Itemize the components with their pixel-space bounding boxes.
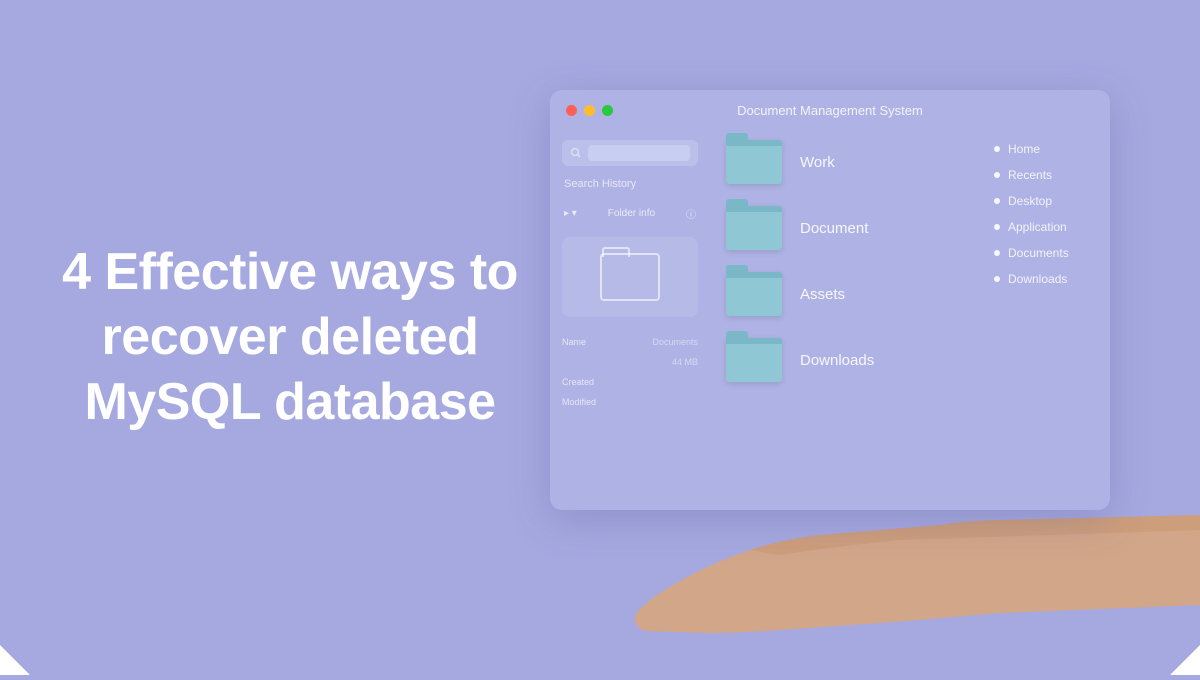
window-body: Search History ▸ ▾ Folder info ⓘ Name Do… (550, 130, 1110, 510)
title-section: 4 Effective ways to recover deleted MySQ… (0, 240, 540, 435)
folder-item-work[interactable]: Work (726, 140, 964, 184)
info-icon[interactable]: ⓘ (686, 206, 696, 221)
sidebar-left: Search History ▸ ▾ Folder info ⓘ Name Do… (550, 130, 710, 510)
search-input[interactable] (588, 145, 690, 161)
nav-label: Application (1008, 220, 1067, 234)
folder-label: Downloads (800, 352, 874, 369)
bullet-icon (994, 198, 1000, 204)
meta-name-row: Name Documents (562, 337, 698, 347)
folder-preview (562, 237, 698, 317)
bullet-icon (994, 172, 1000, 178)
bullet-icon (994, 250, 1000, 256)
meta-created-row: Created (562, 377, 698, 387)
folder-icon (726, 272, 782, 316)
meta-size-row: 44 MB (562, 357, 698, 367)
meta-size-value: 44 MB (672, 357, 698, 367)
nav-label: Downloads (1008, 272, 1067, 286)
folder-icon (726, 206, 782, 250)
nav-item-downloads[interactable]: Downloads (994, 272, 1096, 286)
meta-modified-row: Modified (562, 397, 698, 407)
bullet-icon (994, 276, 1000, 282)
folder-item-assets[interactable]: Assets (726, 272, 964, 316)
main-title: 4 Effective ways to recover deleted MySQ… (60, 240, 520, 435)
folder-item-downloads[interactable]: Downloads (726, 338, 964, 382)
bullet-icon (994, 146, 1000, 152)
folder-icon (726, 140, 782, 184)
main-content: Work Document Assets Downloads (710, 130, 980, 510)
bullet-icon (994, 224, 1000, 230)
corner-decoration-br (1170, 645, 1200, 675)
folder-info-header: ▸ ▾ Folder info ⓘ (562, 202, 698, 225)
search-bar[interactable] (562, 140, 698, 166)
folder-label: Document (800, 220, 868, 237)
minimize-icon[interactable] (584, 105, 595, 116)
traffic-lights (566, 105, 613, 116)
nav-label: Desktop (1008, 194, 1052, 208)
search-icon (570, 147, 582, 159)
nav-item-recents[interactable]: Recents (994, 168, 1096, 182)
corner-decoration-bl (0, 645, 30, 675)
window-title: Document Management System (737, 103, 923, 118)
nav-item-desktop[interactable]: Desktop (994, 194, 1096, 208)
folder-item-document[interactable]: Document (726, 206, 964, 250)
window-header: Document Management System (550, 90, 1110, 130)
nav-label: Recents (1008, 168, 1052, 182)
nav-item-home[interactable]: Home (994, 142, 1096, 156)
meta-created-label: Created (562, 377, 594, 387)
page-container: 4 Effective ways to recover deleted MySQ… (0, 0, 1200, 675)
folder-meta: Name Documents 44 MB Created Modified (562, 337, 698, 407)
folder-label: Assets (800, 286, 845, 303)
folder-outline-icon (600, 253, 660, 301)
maximize-icon[interactable] (602, 105, 613, 116)
folder-info-label: Folder info (608, 208, 655, 219)
meta-modified-label: Modified (562, 397, 596, 407)
close-icon[interactable] (566, 105, 577, 116)
app-window: Document Management System Search Histor… (550, 90, 1110, 510)
nav-label: Documents (1008, 246, 1069, 260)
search-history-label: Search History (562, 174, 698, 194)
meta-name-label: Name (562, 337, 586, 347)
folder-icon (726, 338, 782, 382)
folder-label: Work (800, 154, 835, 171)
sidebar-right: Home Recents Desktop Application Documen… (980, 130, 1110, 510)
meta-name-value: Documents (652, 337, 698, 347)
nav-item-application[interactable]: Application (994, 220, 1096, 234)
expand-toggle-icon[interactable]: ▸ ▾ (564, 208, 577, 219)
nav-label: Home (1008, 142, 1040, 156)
nav-item-documents[interactable]: Documents (994, 246, 1096, 260)
